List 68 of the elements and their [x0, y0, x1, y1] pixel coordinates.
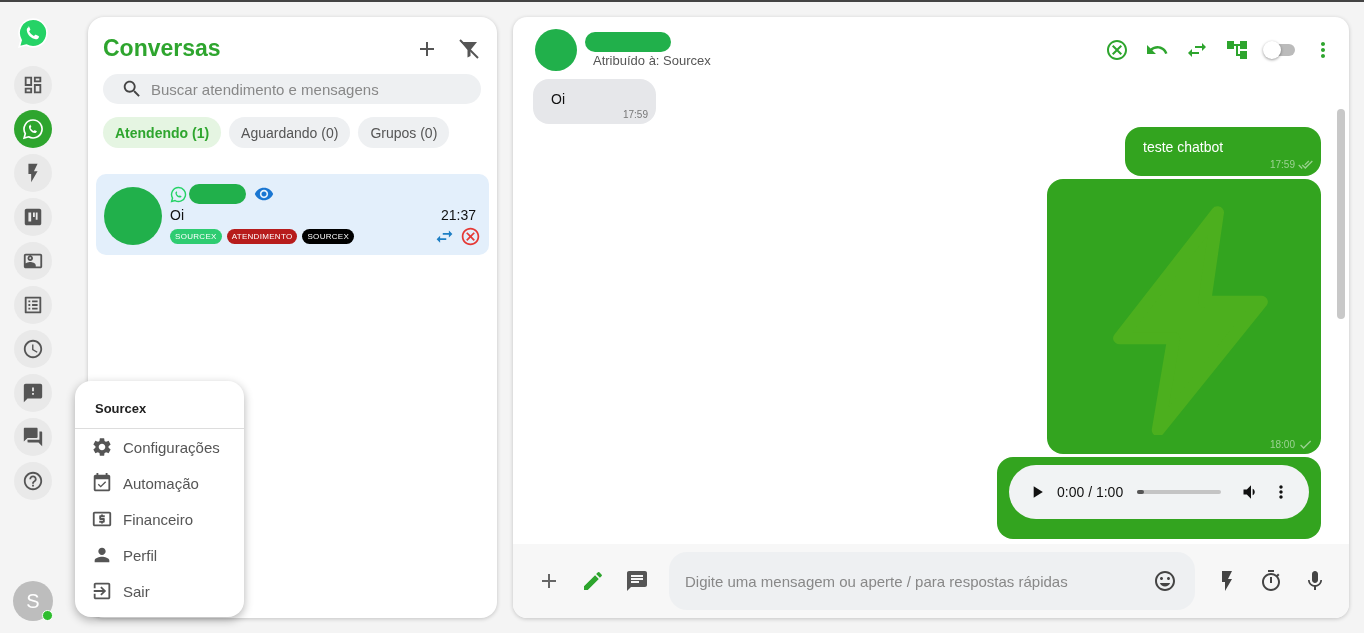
sidebar-item[interactable] — [14, 462, 52, 500]
filter-tab[interactable]: Grupos (0) — [358, 117, 450, 148]
pencil-icon[interactable] — [581, 569, 605, 593]
contact-avatar — [104, 186, 162, 245]
menu-item[interactable]: Configurações — [75, 429, 244, 465]
sidebar-item[interactable] — [14, 66, 52, 104]
chat-bubbles-icon — [22, 426, 44, 448]
assigned-label: Atribuído à: Sourcex — [593, 53, 711, 68]
toggle-switch[interactable] — [1265, 44, 1295, 56]
dashboard-icon — [22, 74, 44, 96]
sidebar-item[interactable] — [14, 330, 52, 368]
sidebar-item[interactable] — [14, 286, 52, 324]
message-time: 17:59 — [622, 109, 648, 120]
close-icon[interactable] — [460, 226, 481, 247]
contact-avatar — [535, 29, 577, 71]
last-message: Oi — [170, 207, 184, 223]
sidebar-item[interactable] — [14, 418, 52, 456]
list-icon — [22, 294, 44, 316]
menu-label: Configurações — [123, 438, 220, 456]
filter-tab[interactable]: Aguardando (0) — [229, 117, 351, 148]
search-icon — [121, 78, 143, 100]
scrollbar[interactable] — [1337, 109, 1345, 319]
logout-icon — [91, 580, 113, 602]
whatsapp-logo — [16, 16, 50, 50]
sidebar-item[interactable] — [14, 110, 52, 148]
flow-tree-icon[interactable] — [1225, 38, 1249, 62]
menu-item[interactable]: Sair — [75, 573, 244, 609]
tag: SOURCEX — [302, 229, 355, 244]
emoji-icon[interactable] — [1153, 569, 1177, 593]
menu-title: Sourcex — [75, 381, 244, 429]
tag: SOURCEX — [170, 229, 222, 244]
whatsapp-icon — [170, 185, 187, 203]
calendar-check-icon — [91, 472, 113, 494]
menu-item[interactable]: Perfil — [75, 537, 244, 573]
filter-off-icon[interactable] — [457, 36, 481, 61]
sidebar-item[interactable] — [14, 198, 52, 236]
help-icon — [22, 470, 44, 492]
audio-player[interactable]: 0:00 / 1:00 — [1009, 465, 1309, 519]
clock-icon — [22, 338, 44, 360]
menu-item[interactable]: Financeiro — [75, 501, 244, 537]
menu-item[interactable]: Automação — [75, 465, 244, 501]
message-time: 21:37 — [440, 207, 476, 223]
sidebar-item[interactable] — [14, 242, 52, 280]
menu-label: Sair — [123, 582, 150, 600]
message-time: 17:59 — [1269, 159, 1295, 170]
redacted-name — [189, 184, 246, 204]
settings-icon — [91, 436, 113, 458]
timer-icon[interactable] — [1259, 569, 1283, 593]
panel-title: Conversas — [103, 35, 222, 62]
whatsapp-icon — [22, 118, 44, 140]
menu-label: Perfil — [123, 546, 158, 564]
close-icon[interactable] — [1105, 38, 1129, 62]
audio-time: 0:00 / 1:00 — [1057, 484, 1124, 500]
menu-label: Automação — [123, 474, 199, 492]
message-text: Oi — [551, 91, 566, 107]
alert-message-icon — [22, 382, 44, 404]
sidebar-item[interactable] — [14, 374, 52, 412]
board-icon — [22, 206, 44, 228]
message-time: 18:00 — [1269, 439, 1295, 450]
conversation-item[interactable]: Oi 21:37 SOURCEX ATENDIMENTO SOURCEX — [96, 174, 489, 255]
search-field[interactable]: Buscar atendimento e mensagens — [103, 74, 481, 104]
menu-label: Financeiro — [123, 510, 194, 528]
message-text: teste chatbot — [1143, 139, 1225, 155]
message-icon[interactable] — [625, 569, 649, 593]
tag: ATENDIMENTO — [226, 229, 298, 244]
message-input[interactable]: Digite uma mensagem ou aperte / para respostas rápidas — [669, 552, 1195, 610]
progress-track[interactable] — [1137, 490, 1221, 494]
sidebar-item[interactable] — [14, 154, 52, 192]
